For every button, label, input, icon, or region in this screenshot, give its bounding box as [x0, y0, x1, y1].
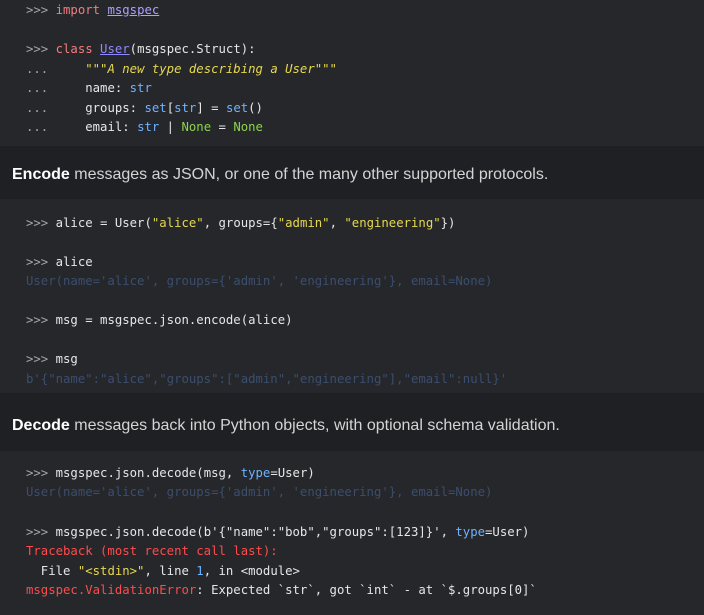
code-line: >>> msgspec.json.decode(b'{"name":"bob",… [26, 525, 530, 539]
traceback-header: Traceback (most recent call last): [26, 544, 278, 558]
code-line: ... name: str [26, 81, 152, 95]
code-line: ... email: str | None = None [26, 120, 263, 134]
validation-error-line: msgspec.ValidationError: Expected `str`,… [26, 583, 537, 597]
decode-description: Decode messages back into Python objects… [12, 417, 560, 434]
code-block-encode: >>> alice = User("alice", groups={"admin… [0, 199, 704, 393]
code-line: ... """A new type describing a User""" [26, 62, 337, 76]
code-block-struct-definition: >>> import msgspec >>> class User(msgspe… [0, 0, 704, 146]
code-block-decode: >>> msgspec.json.decode(msg, type=User) … [0, 451, 704, 615]
code-line: >>> alice [26, 255, 93, 269]
code-line: >>> msg [26, 352, 78, 366]
code-output-line: User(name='alice', groups={'admin', 'eng… [26, 274, 493, 288]
code-line: >>> msgspec.json.decode(msg, type=User) [26, 466, 315, 480]
code-output-line: User(name='alice', groups={'admin', 'eng… [26, 485, 493, 499]
encode-description: Encode messages as JSON, or one of the m… [12, 166, 549, 183]
msgspec-link[interactable]: msgspec [107, 3, 159, 17]
code-line: >>> class User(msgspec.Struct): [26, 42, 256, 56]
code-line: ... groups: set[str] = set() [26, 101, 263, 115]
code-line: >>> msg = msgspec.json.encode(alice) [26, 313, 293, 327]
code-line: >>> alice = User("alice", groups={"admin… [26, 216, 456, 230]
code-output-line: b'{"name":"alice","groups":["admin","eng… [26, 372, 508, 386]
code-line: >>> import msgspec [26, 3, 160, 17]
user-class-link[interactable]: User [100, 42, 130, 56]
traceback-frame: File "<stdin>", line 1, in <module> [26, 564, 300, 578]
